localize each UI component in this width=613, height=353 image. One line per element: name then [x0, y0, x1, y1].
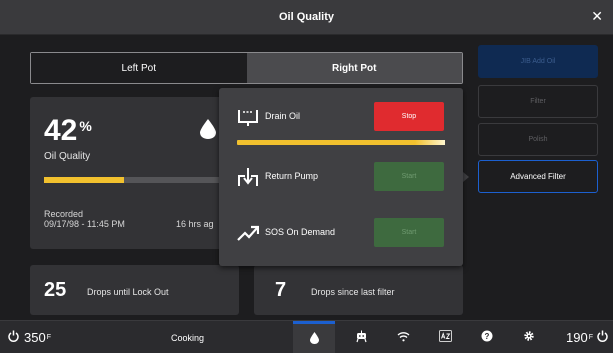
jib-add-oil-button[interactable]: JIB Add Oil	[478, 45, 598, 78]
language-nav-button[interactable]	[424, 321, 466, 353]
oil-quality-unit: %	[79, 118, 92, 134]
drain-stop-button[interactable]: Stop	[374, 102, 444, 131]
cooking-status: Cooking	[170, 332, 205, 343]
drops-since-filter-value: 7	[275, 279, 287, 301]
wifi-icon	[397, 331, 410, 345]
oil-quality-value: 42%	[44, 114, 92, 148]
left-temp-value: 350	[24, 330, 46, 345]
close-icon[interactable]: ✕	[591, 9, 603, 23]
drops-until-lockout-value: 25	[44, 279, 67, 301]
sos-on-demand-row: SOS On Demand Start	[237, 218, 447, 248]
robot-nav-button[interactable]	[340, 321, 382, 353]
gear-icon	[523, 330, 535, 345]
power-icon	[597, 330, 608, 345]
drain-oil-icon	[237, 106, 259, 128]
polish-button[interactable]: Polish	[478, 123, 598, 156]
help-icon: ?	[481, 330, 493, 345]
drops-until-lockout-card: 25 Drops until Lock Out	[30, 265, 239, 315]
drops-since-filter-label: Drops since last filter	[311, 287, 395, 297]
popup-pointer	[463, 172, 469, 182]
svg-text:?: ?	[485, 332, 490, 341]
power-icon	[8, 330, 19, 345]
advanced-filter-button[interactable]: Advanced Filter	[478, 160, 598, 193]
title-bar: Oil Quality ✕	[0, 0, 613, 35]
trend-up-icon	[237, 222, 260, 244]
bottom-bar: 350 F Cooking ? 190 F	[0, 320, 613, 353]
robot-icon	[355, 330, 368, 346]
advanced-filter-popup: Drain Oil Stop Return Pump Start SOS On …	[219, 88, 463, 266]
oil-quality-label: Oil Quality	[44, 151, 91, 162]
filter-button[interactable]: Filter	[478, 85, 598, 118]
translate-icon	[438, 330, 452, 345]
return-pump-start-button[interactable]: Start	[374, 162, 444, 191]
recorded-label: Recorded	[44, 209, 84, 219]
pot-tabs: Left Pot Right Pot	[30, 52, 463, 84]
help-nav-button[interactable]: ?	[466, 321, 508, 353]
oil-quality-bar	[44, 177, 234, 183]
drops-until-lockout-label: Drops until Lock Out	[87, 287, 169, 297]
return-pump-row: Return Pump Start	[237, 162, 447, 192]
oil-quality-screen: Oil Quality ✕ Left Pot Right Pot 42% Oil…	[0, 0, 613, 353]
drain-progress-glow	[415, 140, 445, 145]
oil-quality-bar-fill	[44, 177, 124, 183]
right-temp-unit: F	[588, 334, 593, 341]
oil-quality-number: 42	[44, 114, 78, 147]
left-temp-unit: F	[46, 334, 51, 341]
drop-icon	[309, 331, 319, 347]
window-title: Oil Quality	[278, 11, 334, 23]
right-temp-value: 190	[566, 330, 588, 345]
drops-since-filter-card: 7 Drops since last filter	[254, 265, 463, 315]
oil-drop-icon	[200, 119, 216, 145]
return-pump-icon	[237, 166, 259, 188]
return-pump-label: Return Pump	[265, 171, 319, 181]
oil-quality-nav-button[interactable]	[293, 321, 335, 353]
sos-on-demand-label: SOS On Demand	[265, 227, 336, 237]
settings-nav-button[interactable]	[508, 321, 550, 353]
recorded-date: 09/17/98 - 11:45 PM	[44, 219, 125, 229]
tab-right-pot[interactable]: Right Pot	[246, 53, 462, 83]
drain-oil-label: Drain Oil	[265, 111, 301, 121]
wifi-nav-button[interactable]	[382, 321, 424, 353]
tab-left-pot[interactable]: Left Pot	[31, 53, 247, 83]
oil-quality-card: 42% Oil Quality Recorded 09/17/98 - 11:4…	[30, 97, 239, 249]
drain-oil-row: Drain Oil Stop	[237, 102, 447, 132]
drain-progress-bar	[237, 140, 445, 145]
right-pot-temperature[interactable]: 190 F	[550, 321, 608, 353]
recorded-ago: 16 hrs ag	[176, 219, 214, 229]
left-pot-temperature[interactable]: 350 F	[8, 321, 78, 353]
sos-start-button[interactable]: Start	[374, 218, 444, 247]
